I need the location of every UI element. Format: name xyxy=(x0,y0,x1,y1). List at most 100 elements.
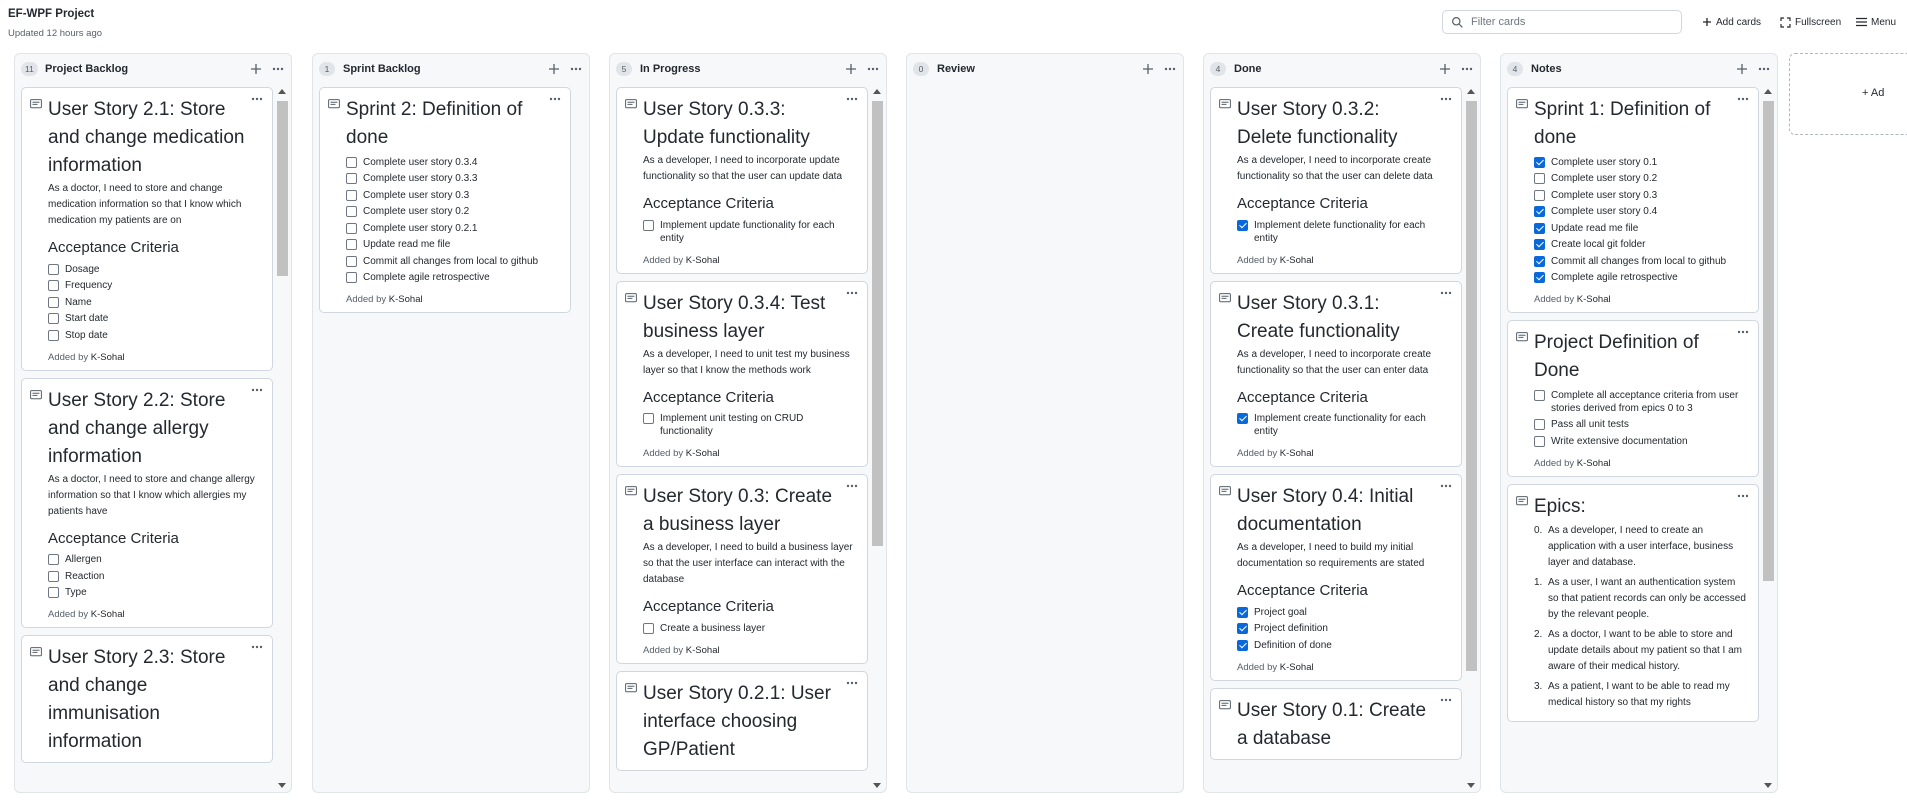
note-card[interactable]: User Story 0.4: Initial documentation As … xyxy=(1210,474,1462,681)
scroll-down-arrow[interactable] xyxy=(873,783,881,788)
task-checkbox[interactable] xyxy=(1534,156,1545,168)
fullscreen-button[interactable]: Fullscreen xyxy=(1780,14,1841,30)
column-scrollbar[interactable] xyxy=(872,89,883,790)
scroll-down-arrow[interactable] xyxy=(278,783,286,788)
task-checkbox[interactable] xyxy=(346,255,357,267)
card-menu-icon[interactable] xyxy=(1439,288,1453,298)
plus-icon[interactable] xyxy=(844,62,858,76)
task-checkbox[interactable] xyxy=(643,413,654,424)
plus-icon[interactable] xyxy=(249,62,263,76)
more-options-icon[interactable] xyxy=(271,62,285,76)
task-checkbox[interactable] xyxy=(346,239,357,250)
more-options-icon[interactable] xyxy=(569,62,583,76)
card-menu-icon[interactable] xyxy=(250,385,264,395)
task-checkbox[interactable] xyxy=(346,206,357,217)
scrollbar-thumb[interactable] xyxy=(1763,101,1774,581)
card-menu-icon[interactable] xyxy=(250,642,264,652)
added-by-user[interactable]: K-Sohal xyxy=(1280,662,1314,673)
add-column-button[interactable]: + Ad xyxy=(1789,53,1907,135)
card-menu-icon[interactable] xyxy=(845,678,859,688)
task-checkbox[interactable] xyxy=(48,570,59,582)
added-by-user[interactable]: K-Sohal xyxy=(389,294,423,305)
added-by-user[interactable]: K-Sohal xyxy=(91,352,125,363)
scroll-up-arrow[interactable] xyxy=(873,89,881,94)
task-checkbox[interactable] xyxy=(1534,239,1545,250)
more-options-icon[interactable] xyxy=(1757,62,1771,76)
added-by-user[interactable]: K-Sohal xyxy=(1280,255,1314,266)
task-checkbox[interactable] xyxy=(48,313,59,324)
menu-button[interactable]: Menu xyxy=(1856,14,1896,30)
task-checkbox[interactable] xyxy=(1237,639,1248,651)
card-menu-icon[interactable] xyxy=(548,94,562,104)
note-card[interactable]: User Story 2.2: Store and change allergy… xyxy=(21,377,273,628)
card-menu-icon[interactable] xyxy=(250,94,264,104)
card-menu-icon[interactable] xyxy=(1439,481,1453,491)
note-card[interactable]: Sprint 1: Definition of done Complete use… xyxy=(1507,87,1759,313)
task-checkbox[interactable] xyxy=(1534,389,1545,401)
scrollbar-thumb[interactable] xyxy=(277,101,288,276)
more-options-icon[interactable] xyxy=(1460,62,1474,76)
task-checkbox[interactable] xyxy=(346,189,357,201)
task-checkbox[interactable] xyxy=(643,219,654,231)
note-card[interactable]: Project Definition of Done Complete all a… xyxy=(1507,320,1759,477)
more-options-icon[interactable] xyxy=(866,62,880,76)
note-card[interactable]: User Story 0.3.4: Test business layer As … xyxy=(616,280,868,467)
added-by-user[interactable]: K-Sohal xyxy=(1577,458,1611,469)
note-card[interactable]: User Story 0.3.1: Create functionality As… xyxy=(1210,280,1462,467)
task-checkbox[interactable] xyxy=(48,296,59,308)
task-checkbox[interactable] xyxy=(1534,255,1545,267)
added-by-user[interactable]: K-Sohal xyxy=(686,645,720,656)
card-menu-icon[interactable] xyxy=(1736,94,1750,104)
note-card[interactable]: User Story 2.1: Store and change medicat… xyxy=(21,87,273,371)
note-card[interactable]: User Story 0.3: Create a business layer A… xyxy=(616,474,868,664)
scrollbar-thumb[interactable] xyxy=(872,101,883,546)
card-menu-icon[interactable] xyxy=(1439,94,1453,104)
task-checkbox[interactable] xyxy=(1534,189,1545,201)
add-cards-button[interactable]: Add cards xyxy=(1702,14,1761,30)
task-checkbox[interactable] xyxy=(1237,413,1248,424)
card-menu-icon[interactable] xyxy=(1736,327,1750,337)
scroll-up-arrow[interactable] xyxy=(1764,89,1772,94)
task-checkbox[interactable] xyxy=(48,263,59,275)
task-checkbox[interactable] xyxy=(1534,419,1545,430)
card-menu-icon[interactable] xyxy=(845,94,859,104)
added-by-user[interactable]: K-Sohal xyxy=(686,448,720,459)
card-menu-icon[interactable] xyxy=(845,481,859,491)
plus-icon[interactable] xyxy=(1438,62,1452,76)
note-card[interactable]: User Story 0.1: Create a database xyxy=(1210,687,1462,760)
scroll-up-arrow[interactable] xyxy=(1467,89,1475,94)
card-menu-icon[interactable] xyxy=(1439,695,1453,705)
task-checkbox[interactable] xyxy=(1237,623,1248,634)
scrollbar-thumb[interactable] xyxy=(1466,101,1477,671)
plus-icon[interactable] xyxy=(1735,62,1749,76)
note-card[interactable]: User Story 0.2.1: User interface choosin… xyxy=(616,670,868,771)
task-checkbox[interactable] xyxy=(346,222,357,234)
task-checkbox[interactable] xyxy=(643,622,654,634)
plus-icon[interactable] xyxy=(1141,62,1155,76)
note-card[interactable]: User Story 0.3.3: Update functionality As… xyxy=(616,87,868,274)
task-checkbox[interactable] xyxy=(1534,435,1545,447)
scroll-up-arrow[interactable] xyxy=(278,89,286,94)
task-checkbox[interactable] xyxy=(48,587,59,598)
note-card[interactable]: Epics: 0. As a developer, I need to create… xyxy=(1507,483,1759,722)
added-by-user[interactable]: K-Sohal xyxy=(686,255,720,266)
added-by-user[interactable]: K-Sohal xyxy=(91,609,125,620)
task-checkbox[interactable] xyxy=(1534,222,1545,234)
task-checkbox[interactable] xyxy=(48,280,59,291)
task-checkbox[interactable] xyxy=(48,554,59,565)
task-checkbox[interactable] xyxy=(346,156,357,168)
more-options-icon[interactable] xyxy=(1163,62,1177,76)
filter-cards-input[interactable]: Filter cards xyxy=(1442,10,1682,34)
note-card[interactable]: Sprint 2: Definition of done Complete use… xyxy=(319,87,571,313)
added-by-user[interactable]: K-Sohal xyxy=(1280,448,1314,459)
plus-icon[interactable] xyxy=(547,62,561,76)
task-checkbox[interactable] xyxy=(48,329,59,341)
card-menu-icon[interactable] xyxy=(1736,491,1750,501)
note-card[interactable]: User Story 2.3: Store and change immunis… xyxy=(21,635,273,763)
column-scrollbar[interactable] xyxy=(1763,89,1774,790)
scroll-down-arrow[interactable] xyxy=(1764,783,1772,788)
card-menu-icon[interactable] xyxy=(845,288,859,298)
added-by-user[interactable]: K-Sohal xyxy=(1577,294,1611,305)
task-checkbox[interactable] xyxy=(346,173,357,184)
task-checkbox[interactable] xyxy=(1534,206,1545,217)
